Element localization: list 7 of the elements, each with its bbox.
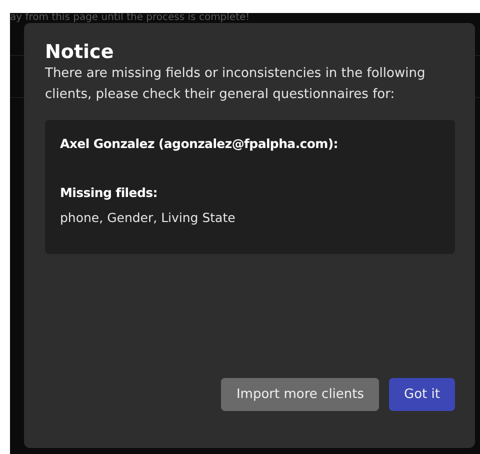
client-name: Axel Gonzalez (agonzalez@fpalpha.com):: [60, 136, 339, 151]
missing-fields-list: phone, Gender, Living State: [60, 210, 440, 225]
dialog-title: Notice: [45, 41, 115, 63]
got-it-button[interactable]: Got it: [389, 378, 455, 411]
import-more-button[interactable]: Import more clients: [221, 378, 380, 411]
missing-fields-label: Missing fileds:: [60, 185, 158, 200]
dialog-message: There are missing fields or inconsistencies in the following clients, please check their general questionnaires for:: [45, 65, 426, 104]
